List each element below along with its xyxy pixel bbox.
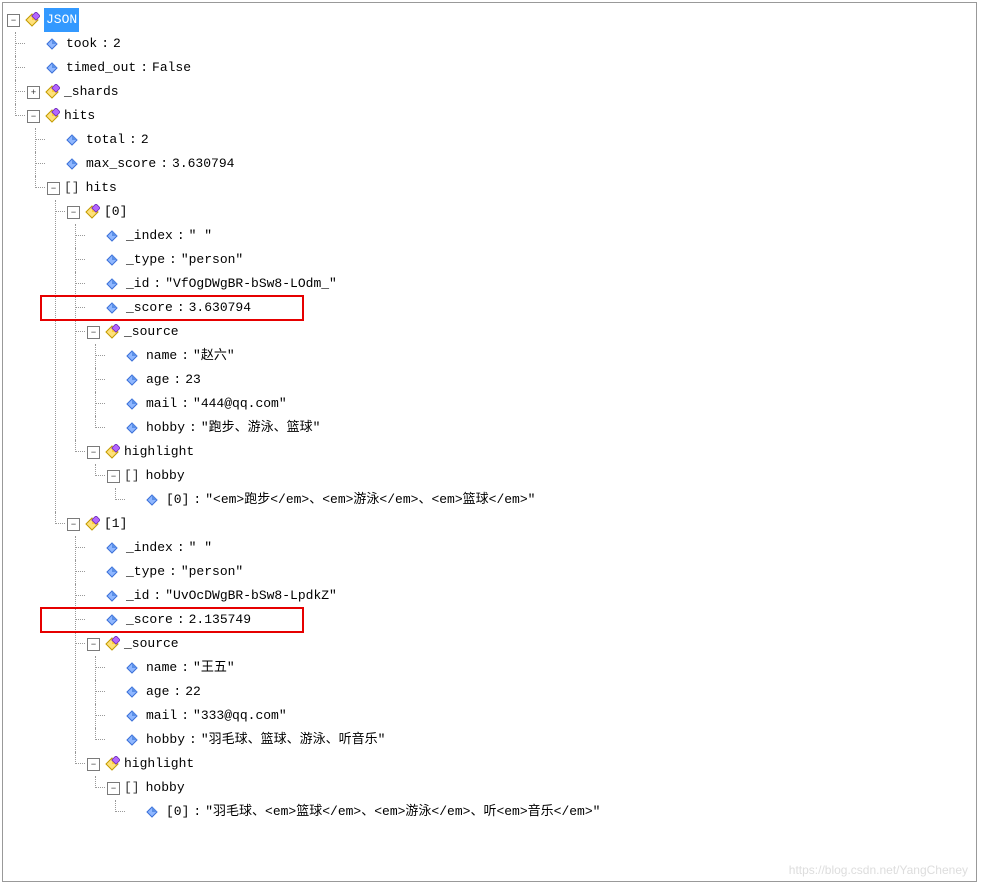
property-icon [104,564,120,580]
collapse-icon[interactable]: − [107,470,120,483]
property-icon [124,396,140,412]
prop-mail[interactable]: mail:"333@qq.com" [107,704,976,728]
prop-type[interactable]: _type: "person" [87,560,976,584]
node-source[interactable]: − _source name:"王五" age:22 mail:"333@qq.… [87,632,976,752]
array-brackets-icon: [] [124,776,140,800]
prop-name[interactable]: name:"王五" [107,656,976,680]
json-tree-viewer: − JSON took : 2 timed_out : [2,2,977,882]
object-icon [104,756,120,772]
object-icon [24,12,40,28]
watermark: https://blog.csdn.net/YangCheney [789,863,968,877]
prop-took[interactable]: took : 2 [27,32,976,56]
prop-id[interactable]: _id: "UvOcDWgBR-bSw8-LpdkZ" [87,584,976,608]
collapse-icon[interactable]: − [67,518,80,531]
property-icon [104,300,120,316]
object-icon [84,516,100,532]
array-brackets-icon: [] [64,176,80,200]
collapse-icon[interactable]: − [67,206,80,219]
node-hits[interactable]: − hits total : 2 [27,104,976,824]
property-icon [124,660,140,676]
collapse-icon[interactable]: − [87,758,100,771]
collapse-icon[interactable]: − [87,326,100,339]
prop-max-score[interactable]: max_score : 3.630794 [47,152,976,176]
collapse-icon[interactable]: − [7,14,20,27]
property-icon [104,540,120,556]
property-icon [44,36,60,52]
property-icon [44,60,60,76]
prop-total[interactable]: total : 2 [47,128,976,152]
prop-score[interactable]: _score: 2.135749 [87,608,976,632]
object-icon [104,444,120,460]
node-hobby-array[interactable]: − [] hobby [0]:"<em>跑步</em>、<em>游泳</em>、… [107,464,976,512]
array-item-0[interactable]: − [0] _index: " " [67,200,976,512]
collapse-icon[interactable]: − [87,446,100,459]
property-icon [124,732,140,748]
prop-mail[interactable]: mail:"444@qq.com" [107,392,976,416]
collapse-icon[interactable]: − [87,638,100,651]
node-shards[interactable]: + _shards [27,80,976,104]
prop-type[interactable]: _type: "person" [87,248,976,272]
prop-name[interactable]: name:"赵六" [107,344,976,368]
property-icon [124,684,140,700]
node-highlight[interactable]: − highlight − [87,440,976,512]
collapse-icon[interactable]: − [47,182,60,195]
expand-icon[interactable]: + [27,86,40,99]
collapse-icon[interactable]: − [27,110,40,123]
property-icon [104,252,120,268]
prop-hobby[interactable]: hobby:"跑步、游泳、篮球" [107,416,976,440]
root-label: JSON [44,8,79,32]
prop-index[interactable]: _index: " " [87,224,976,248]
property-icon [104,612,120,628]
property-icon [124,708,140,724]
property-icon [124,420,140,436]
node-hobby-array[interactable]: − [] hobby [0]:"羽毛球、<em>篮球</em>、<em>游泳</… [107,776,976,824]
prop-index[interactable]: _index: " " [87,536,976,560]
node-hits-array[interactable]: − [] hits − [0] [47,176,976,824]
prop-hobby-0[interactable]: [0]:"羽毛球、<em>篮球</em>、<em>游泳</em>、听<em>音乐… [127,800,976,824]
object-icon [44,108,60,124]
array-brackets-icon: [] [124,464,140,488]
object-icon [104,636,120,652]
property-icon [144,492,160,508]
property-icon [124,348,140,364]
property-icon [104,276,120,292]
property-icon [64,156,80,172]
prop-age[interactable]: age:23 [107,368,976,392]
prop-score[interactable]: _score: 3.630794 [87,296,976,320]
property-icon [144,804,160,820]
object-icon [84,204,100,220]
root-node[interactable]: − JSON took : 2 timed_out : [7,8,976,824]
object-icon [104,324,120,340]
prop-hobby-0[interactable]: [0]:"<em>跑步</em>、<em>游泳</em>、<em>篮球</em>… [127,488,976,512]
prop-timed-out[interactable]: timed_out : False [27,56,976,80]
node-source[interactable]: − _source name:"赵六" age:23 mail:"444@qq.… [87,320,976,440]
prop-hobby[interactable]: hobby:"羽毛球、篮球、游泳、听音乐" [107,728,976,752]
prop-age[interactable]: age:22 [107,680,976,704]
property-icon [124,372,140,388]
object-icon [44,84,60,100]
array-item-1[interactable]: − [1] _index: " " [67,512,976,824]
collapse-icon[interactable]: − [107,782,120,795]
property-icon [64,132,80,148]
node-highlight[interactable]: − highlight − [87,752,976,824]
property-icon [104,228,120,244]
property-icon [104,588,120,604]
prop-id[interactable]: _id: "VfOgDWgBR-bSw8-LOdm_" [87,272,976,296]
